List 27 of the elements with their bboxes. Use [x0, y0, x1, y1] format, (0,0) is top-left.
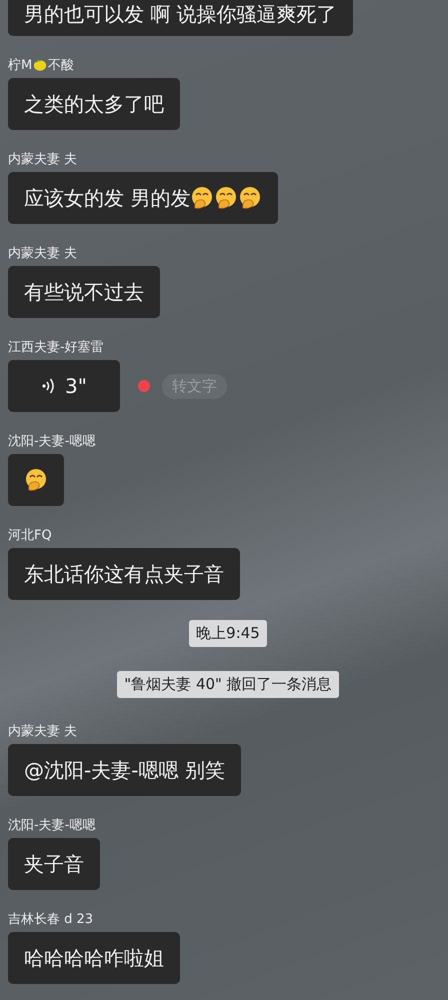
giggle-emoji-icon [238, 186, 262, 210]
giggle-emoji-icon [24, 468, 48, 492]
message-bubble: 哈哈哈哈咋啦姐 [8, 932, 180, 984]
sender-name: 柠M [8, 57, 32, 74]
sender-name: 河北FQ [8, 527, 52, 544]
sender-name: 沈阳-夫妻-嗯嗯 [8, 817, 96, 834]
sender-name: 内蒙夫妻 夫 [8, 151, 78, 168]
timestamp: 晚上9:45 [189, 620, 267, 647]
message-bubble: 之类的太多了吧 [8, 78, 180, 130]
giggle-emoji-icon [214, 186, 238, 210]
giggle-emoji-icon [190, 186, 214, 210]
lemon-icon [33, 58, 48, 72]
message-bubble: 应该女的发 男的发 [8, 172, 278, 224]
sender-name: 沈阳-夫妻-嗯嗯 [8, 433, 96, 450]
voice-message[interactable]: 3" [8, 360, 120, 412]
message-bubble: 男的也可以发 啊 说操你骚逼爽死了 [8, 0, 353, 36]
recall-notice: "鲁烟夫妻 40" 撤回了一条消息 [117, 671, 339, 698]
message-bubble: @沈阳-夫妻-嗯嗯 别笑 [8, 744, 241, 796]
message-bubble: 东北话你这有点夹子音 [8, 548, 240, 600]
sender-name: 江西夫妻-好塞雷 [8, 339, 104, 356]
sender-name: 吉林长春 d 23 [8, 911, 94, 928]
sender-name: 内蒙夫妻 夫 [8, 723, 78, 740]
sound-wave-icon [41, 377, 56, 395]
message-bubble: 夹子音 [8, 838, 100, 890]
message-bubble: 有些说不过去 [8, 266, 160, 318]
sender-name: 内蒙夫妻 夫 [8, 245, 78, 262]
sender-name: 不酸 [48, 57, 74, 74]
